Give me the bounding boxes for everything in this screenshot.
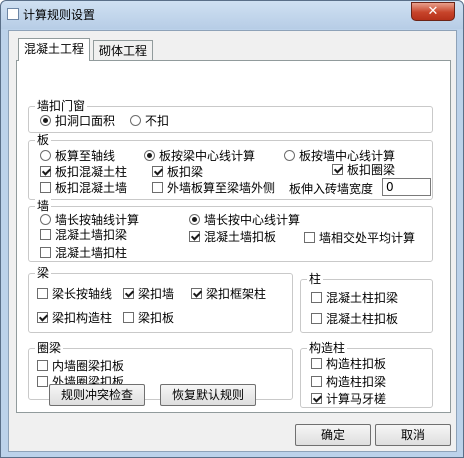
check-beam-deduct-frame-column[interactable]: 梁扣框架柱	[191, 287, 266, 301]
checkbox-indicator	[37, 376, 48, 387]
check-slab-deduct-column[interactable]: 板扣混凝土柱	[40, 165, 127, 179]
checkbox-indicator	[152, 166, 163, 177]
checkbox-indicator	[332, 164, 343, 175]
check-wall-deduct-slab[interactable]: 混凝土墙扣板	[189, 230, 276, 244]
checkbox-indicator	[40, 247, 51, 258]
window-title: 计算规则设置	[23, 8, 96, 22]
radio-slab-wall-center[interactable]: 板按墙中心线计算	[284, 149, 395, 163]
group-construct-column: 构造柱 构造柱扣板 构造柱扣梁 计算马牙槎	[300, 341, 433, 408]
dialog-client: 混凝土工程 砌体工程 墙扣门窗 扣洞口面积 不扣 板 板算至轴线 板按梁中心线计…	[8, 30, 457, 452]
check-beam-deduct-wall[interactable]: 梁扣墙	[123, 287, 174, 301]
check-construct-column-deduct-beam[interactable]: 构造柱扣梁	[311, 375, 386, 389]
tab-concrete[interactable]: 混凝土工程	[18, 38, 91, 61]
group-beam: 梁 梁长按轴线 梁扣墙 梁扣框架柱 梁扣构造柱 梁扣板	[28, 266, 293, 333]
close-button[interactable]: ✕	[411, 2, 455, 21]
dialog-window: 计算规则设置 ✕ 混凝土工程 砌体工程 墙扣门窗 扣洞口面积 不扣 板 板算至轴…	[0, 0, 464, 458]
radio-slab-beam-center[interactable]: 板按梁中心线计算	[144, 149, 255, 163]
radio-wall-by-axis[interactable]: 墙长按轴线计算	[40, 213, 139, 227]
checkbox-indicator	[311, 313, 322, 324]
check-outer-slab-to-outside[interactable]: 外墙板算至梁墙外侧	[152, 181, 275, 195]
conflict-check-button[interactable]: 规则冲突检查	[49, 384, 145, 406]
check-slab-deduct-ring-beam[interactable]: 板扣圈梁	[332, 163, 395, 177]
check-wall-deduct-column[interactable]: 混凝土墙扣柱	[40, 246, 127, 260]
checkbox-indicator	[152, 182, 163, 193]
tab-panel-concrete: 墙扣门窗 扣洞口面积 不扣 板 板算至轴线 板按梁中心线计算 板按墙中心线计算 …	[16, 60, 451, 413]
checkbox-indicator	[311, 358, 322, 369]
group-wall: 墙 墙长按轴线计算 墙长按中心线计算 混凝土墙扣梁 混凝土墙扣板 墙相交处平均计…	[28, 199, 433, 262]
check-inner-ring-beam-deduct-slab[interactable]: 内墙圈梁扣板	[37, 359, 124, 373]
group-title-slab: 板	[35, 133, 52, 147]
check-wall-deduct-beam[interactable]: 混凝土墙扣梁	[40, 228, 127, 242]
checkbox-indicator	[123, 312, 134, 323]
radio-wall-by-center[interactable]: 墙长按中心线计算	[189, 213, 300, 227]
radio-indicator	[40, 150, 51, 161]
checkbox-indicator	[311, 376, 322, 387]
restore-default-button[interactable]: 恢复默认规则	[160, 384, 256, 406]
group-title-column: 柱	[307, 272, 324, 286]
check-beam-deduct-construct-column[interactable]: 梁扣构造柱	[37, 311, 112, 325]
group-wall-opening: 墙扣门窗 扣洞口面积 不扣	[28, 99, 433, 133]
checkbox-indicator	[311, 393, 322, 404]
brick-width-input[interactable]: 0	[382, 178, 431, 196]
checkbox-indicator	[40, 229, 51, 240]
check-construct-column-deduct-slab[interactable]: 构造柱扣板	[311, 357, 386, 371]
group-title-wall-opening: 墙扣门窗	[35, 99, 88, 113]
cancel-button[interactable]: 取消	[375, 424, 451, 446]
radio-indicator	[40, 214, 51, 225]
ok-button[interactable]: 确定	[295, 424, 371, 446]
checkbox-indicator	[311, 292, 322, 303]
checkbox-indicator	[40, 166, 51, 177]
checkbox-indicator	[304, 232, 315, 243]
title-bar[interactable]: 计算规则设置 ✕	[1, 1, 463, 29]
check-beam-deduct-slab[interactable]: 梁扣板	[123, 311, 174, 325]
check-slab-deduct-beam[interactable]: 板扣梁	[152, 165, 203, 179]
radio-deduct-opening[interactable]: 扣洞口面积	[40, 114, 115, 128]
checkbox-indicator	[189, 231, 200, 242]
check-calc-toothed-joint[interactable]: 计算马牙槎	[311, 392, 386, 406]
check-slab-deduct-wall[interactable]: 板扣混凝土墙	[40, 181, 127, 195]
group-title-ring-beam: 圈梁	[35, 341, 64, 355]
checkbox-indicator	[123, 288, 134, 299]
checkbox-indicator	[37, 288, 48, 299]
check-beam-by-axis[interactable]: 梁长按轴线	[37, 287, 112, 301]
tab-masonry[interactable]: 砌体工程	[93, 40, 154, 61]
checkbox-indicator	[37, 360, 48, 371]
group-title-construct-column: 构造柱	[307, 341, 348, 355]
radio-indicator	[144, 150, 155, 161]
radio-slab-to-axis[interactable]: 板算至轴线	[40, 149, 115, 163]
checkbox-indicator	[191, 288, 202, 299]
checkbox-indicator	[37, 312, 48, 323]
check-wall-intersection-average[interactable]: 墙相交处平均计算	[304, 231, 415, 245]
radio-indicator	[40, 115, 51, 126]
group-title-wall: 墙	[35, 199, 52, 213]
check-column-deduct-beam[interactable]: 混凝土柱扣梁	[311, 291, 398, 305]
radio-indicator	[284, 150, 295, 161]
window-icon	[7, 8, 19, 20]
check-column-deduct-slab[interactable]: 混凝土柱扣板	[311, 312, 398, 326]
radio-no-deduct[interactable]: 不扣	[130, 114, 169, 128]
brick-width-label: 板伸入砖墙宽度	[289, 182, 374, 196]
group-slab: 板 板算至轴线 板按梁中心线计算 板按墙中心线计算 板扣混凝土柱 板扣梁 板扣圈…	[28, 133, 433, 200]
checkbox-indicator	[40, 182, 51, 193]
group-title-beam: 梁	[35, 266, 52, 280]
radio-indicator	[189, 214, 200, 225]
group-column: 柱 混凝土柱扣梁 混凝土柱扣板	[300, 272, 433, 333]
radio-indicator	[130, 115, 141, 126]
